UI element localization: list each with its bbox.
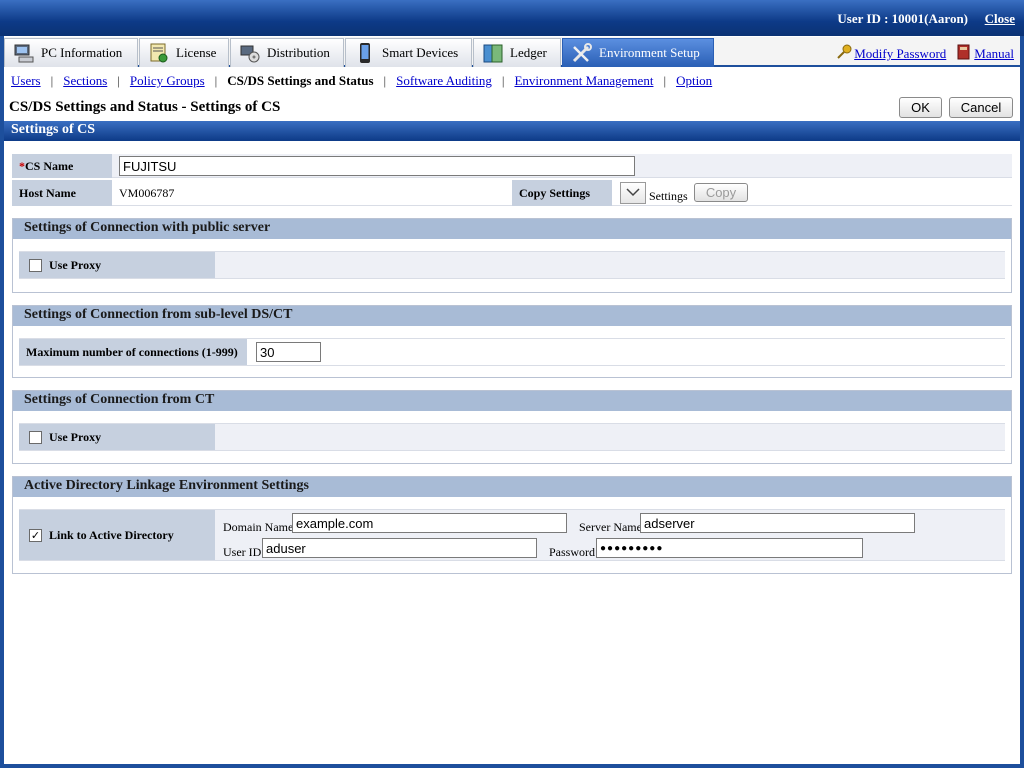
public-proxy-row: Use Proxy [19, 251, 1005, 279]
copy-settings-label: Copy Settings [512, 180, 612, 206]
cancel-button[interactable]: Cancel [949, 97, 1013, 118]
book-icon [956, 44, 972, 64]
checkbox-checked[interactable]: ✓ [29, 528, 42, 542]
tab-label: Environment Setup [599, 45, 700, 60]
checkbox[interactable] [29, 258, 42, 272]
chevron-down-icon [626, 186, 640, 201]
copy-settings-text: Settings [649, 189, 688, 203]
subnav-policy-groups[interactable]: Policy Groups [130, 73, 205, 89]
checkbox[interactable] [29, 430, 42, 444]
public-use-proxy[interactable]: Use Proxy [19, 252, 215, 278]
subnav-separator: | [117, 73, 120, 88]
server-name-input[interactable]: adserver [640, 513, 915, 533]
tab-label: PC Information [41, 45, 123, 60]
user-id-label: User ID [223, 545, 262, 559]
tools-icon [571, 42, 593, 64]
server-name-label: Server Name [579, 520, 642, 534]
max-connections-row: Maximum number of connections (1-999) 30 [19, 338, 1005, 366]
top-links: Modify Password Manual [836, 44, 1014, 64]
tab-label: Ledger [510, 45, 547, 60]
tab-label: Distribution [267, 45, 330, 60]
from-ct-group: Settings of Connection from CT Use Proxy [12, 390, 1012, 464]
key-icon [836, 44, 852, 64]
tab-pc-information[interactable]: PC Information [4, 38, 138, 67]
tab-label: License [176, 45, 217, 60]
subnav-separator: | [214, 73, 218, 88]
ct-use-proxy[interactable]: Use Proxy [19, 424, 215, 450]
public-server-group: Settings of Connection with public serve… [12, 218, 1012, 293]
group-title: Settings of Connection from sub-level DS… [13, 306, 1011, 326]
subnav-csds-settings: CS/DS Settings and Status [227, 73, 374, 88]
close-link[interactable]: Close [985, 11, 1015, 27]
subnav-sections[interactable]: Sections [63, 73, 107, 89]
subnav-software-auditing[interactable]: Software Auditing [396, 73, 492, 89]
user-id-text: User ID : 10001(Aaron) [837, 11, 968, 26]
tab-license[interactable]: License [139, 38, 229, 67]
ct-proxy-row: Use Proxy [19, 423, 1005, 451]
domain-name-label: Domain Name [223, 520, 294, 534]
user-id-input[interactable]: aduser [262, 538, 537, 558]
max-connections-label: Maximum number of connections (1-999) [19, 339, 247, 365]
max-connections-input[interactable]: 30 [256, 342, 321, 362]
subnav-environment-management[interactable]: Environment Management [514, 73, 653, 89]
tab-ledger[interactable]: Ledger [473, 38, 561, 67]
subnav-separator: | [50, 73, 54, 88]
distribution-icon [239, 42, 261, 64]
group-title: Settings of Connection from CT [13, 391, 1011, 411]
tab-smart-devices[interactable]: Smart Devices [345, 38, 472, 67]
copy-settings-select[interactable] [620, 182, 646, 204]
password-label: Password [549, 545, 596, 559]
ledger-icon [482, 42, 504, 64]
subnav-option[interactable]: Option [676, 73, 712, 89]
section-title: Settings of CS [4, 121, 1020, 141]
link-active-directory[interactable]: ✓ Link to Active Directory [19, 510, 215, 560]
group-title: Settings of Connection with public serve… [13, 219, 1011, 239]
page-header: CS/DS Settings and Status - Settings of … [4, 94, 1020, 120]
modify-password-link[interactable]: Modify Password [836, 44, 946, 64]
host-name-label: Host Name [12, 180, 112, 206]
manual-link[interactable]: Manual [956, 44, 1014, 64]
copy-button[interactable]: Copy [694, 183, 748, 202]
ad-link-row: ✓ Link to Active Directory Domain Name ex… [19, 509, 1005, 561]
subnav-separator: | [663, 73, 667, 88]
domain-name-input[interactable]: example.com [292, 513, 567, 533]
main-tabs: PC Information License Distribution Smar… [4, 37, 1020, 67]
active-directory-group: Active Directory Linkage Environment Set… [12, 476, 1012, 574]
host-name-value: VM006787 [119, 185, 175, 200]
cs-name-row: * CS Name FUJITSU [12, 154, 1012, 178]
subnav-users[interactable]: Users [11, 73, 41, 89]
cs-name-input[interactable]: FUJITSU [119, 156, 635, 176]
sub-navigation: Users | Sections | Policy Groups | CS/DS Se… [4, 69, 1020, 93]
host-name-row: Host Name VM006787 Copy Settings Setting… [12, 180, 1012, 206]
subnav-separator: | [383, 73, 387, 88]
top-bar: User ID : 10001(Aaron) Close [0, 0, 1024, 36]
sublevel-group: Settings of Connection from sub-level DS… [12, 305, 1012, 378]
tab-environment-setup[interactable]: Environment Setup [562, 38, 714, 67]
tab-distribution[interactable]: Distribution [230, 38, 344, 67]
password-input[interactable]: ●●●●●●●●● [596, 538, 863, 558]
license-icon [148, 42, 170, 64]
group-title: Active Directory Linkage Environment Set… [13, 477, 1011, 497]
page-title: CS/DS Settings and Status - Settings of … [9, 99, 281, 115]
ok-button[interactable]: OK [899, 97, 942, 118]
cs-name-label: * CS Name [12, 154, 112, 178]
tab-label: Smart Devices [382, 45, 459, 60]
smart-device-icon [354, 42, 376, 64]
subnav-separator: | [501, 73, 505, 88]
pc-icon [13, 42, 35, 64]
